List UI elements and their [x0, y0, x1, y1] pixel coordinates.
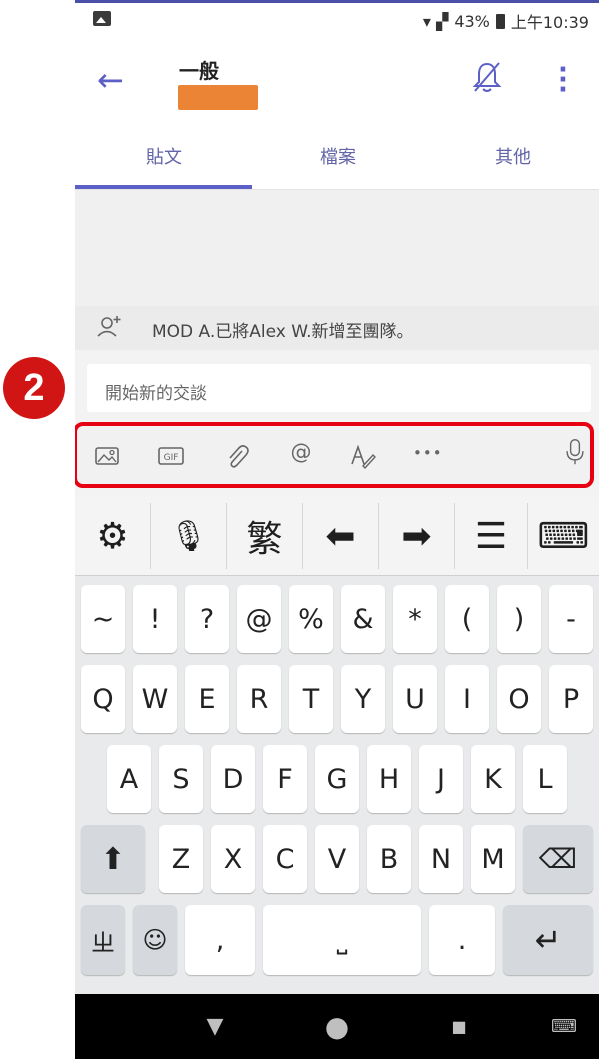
key-c[interactable]: C — [263, 825, 307, 893]
cursor-right-icon[interactable]: ➡ — [379, 497, 454, 575]
system-message: MOD A.已將Alex W.新增至團隊。 — [75, 306, 599, 350]
backspace-key-icon[interactable]: ⌫ — [523, 825, 593, 893]
enter-key-icon[interactable]: ↵ — [503, 905, 593, 975]
channel-tabs: 貼文 檔案 其他 — [75, 125, 599, 190]
space-bar[interactable]: ⎵ — [263, 905, 421, 975]
conversation-area — [75, 190, 599, 306]
key-o[interactable]: O — [497, 665, 541, 733]
mention-icon[interactable]: @ — [287, 440, 315, 468]
compose-toolbar: GIF @ ••• — [75, 422, 594, 488]
status-bar: ▾ ▞ 43% 上午10:39 — [75, 3, 599, 45]
key-d[interactable]: D — [211, 745, 255, 813]
traditional-mode-key[interactable]: 繁 — [227, 497, 302, 575]
channel-name: 一般 — [179, 59, 219, 83]
format-icon[interactable] — [349, 442, 377, 470]
redacted-team-name — [178, 85, 258, 110]
key-at[interactable]: @ — [237, 585, 281, 653]
key-q[interactable]: Q — [81, 665, 125, 733]
nav-back-icon[interactable]: ▼ — [185, 994, 245, 1059]
battery-percent: 43% — [454, 11, 490, 31]
key-tilde[interactable]: ~ — [81, 585, 125, 653]
clipboard-icon[interactable]: ☰ — [455, 497, 527, 575]
shift-key-icon[interactable]: ⬆ — [81, 825, 145, 893]
attach-icon[interactable] — [223, 442, 251, 470]
gif-icon[interactable]: GIF — [157, 442, 185, 470]
tab-files[interactable]: 檔案 — [320, 143, 356, 169]
tab-posts[interactable]: 貼文 — [146, 143, 182, 169]
more-vertical-icon[interactable]: · · · — [558, 57, 568, 103]
key-ampersand[interactable]: & — [341, 585, 385, 653]
compose-area: 開始新的交談 GIF @ ••• — [75, 350, 599, 493]
key-r[interactable]: R — [237, 665, 281, 733]
nav-keyboard-icon[interactable]: ⌨ — [539, 994, 589, 1059]
key-m[interactable]: M — [471, 825, 515, 893]
new-conversation-input[interactable]: 開始新的交談 — [87, 364, 591, 412]
microphone-icon[interactable] — [561, 438, 589, 466]
tab-more[interactable]: 其他 — [495, 143, 531, 169]
key-period[interactable]: . — [429, 905, 495, 975]
wifi-signal-icon: ▾ ▞ — [422, 11, 449, 31]
hide-keyboard-icon[interactable]: ⌨ — [528, 497, 599, 575]
key-b[interactable]: B — [367, 825, 411, 893]
status-right: ▾ ▞ 43% 上午10:39 — [423, 9, 589, 33]
key-s[interactable]: S — [159, 745, 203, 813]
key-p[interactable]: P — [549, 665, 593, 733]
key-l[interactable]: L — [523, 745, 567, 813]
image-icon[interactable] — [93, 442, 121, 470]
key-k[interactable]: K — [471, 745, 515, 813]
key-e[interactable]: E — [185, 665, 229, 733]
key-z[interactable]: Z — [159, 825, 203, 893]
key-v[interactable]: V — [315, 825, 359, 893]
keyboard-function-row: ⚙ 🎙 繁 ⬅ ➡ ☰ ⌨ — [75, 497, 599, 576]
key-u[interactable]: U — [393, 665, 437, 733]
key-h[interactable]: H — [367, 745, 411, 813]
system-nav-bar: ▼ ● ■ ⌨ — [75, 994, 599, 1059]
key-asterisk[interactable]: * — [393, 585, 437, 653]
step-number-badge: 2 — [3, 357, 65, 419]
key-j[interactable]: J — [419, 745, 463, 813]
microphone-key-icon[interactable]: 🎙 — [151, 497, 226, 575]
key-x[interactable]: X — [211, 825, 255, 893]
bell-off-icon[interactable] — [472, 60, 502, 94]
key-w[interactable]: W — [133, 665, 177, 733]
cursor-left-icon[interactable]: ⬅ — [303, 497, 378, 575]
key-paren-open[interactable]: ( — [445, 585, 489, 653]
key-exclaim[interactable]: ! — [133, 585, 177, 653]
gallery-notification-icon — [93, 11, 111, 26]
key-i[interactable]: I — [445, 665, 489, 733]
active-tab-indicator — [75, 185, 252, 189]
system-message-text: MOD A.已將Alex W.新增至團隊。 — [152, 322, 414, 342]
more-horizontal-icon[interactable]: ••• — [413, 444, 442, 472]
svg-text:GIF: GIF — [164, 453, 179, 463]
key-n[interactable]: N — [419, 825, 463, 893]
channel-header: ← 一般 · · · — [75, 45, 599, 125]
key-comma[interactable]: , — [185, 905, 255, 975]
nav-recents-icon[interactable]: ■ — [429, 994, 489, 1059]
key-a[interactable]: A — [107, 745, 151, 813]
clock: 上午10:39 — [510, 13, 589, 32]
settings-icon[interactable]: ⚙ — [75, 497, 150, 575]
key-t[interactable]: T — [289, 665, 333, 733]
arrow-left-icon[interactable]: ← — [97, 61, 124, 99]
key-g[interactable]: G — [315, 745, 359, 813]
emoji-key-icon[interactable]: ☺ — [133, 905, 177, 975]
input-placeholder: 開始新的交談 — [105, 384, 207, 404]
key-f[interactable]: F — [263, 745, 307, 813]
soft-keyboard: ⚙ 🎙 繁 ⬅ ➡ ☰ ⌨ ~ ! ? @ % & * ( ) - Q W E … — [75, 497, 599, 994]
key-hyphen[interactable]: - — [549, 585, 593, 653]
zhuyin-mode-key[interactable]: ㄓ — [81, 905, 125, 975]
key-percent[interactable]: % — [289, 585, 333, 653]
nav-home-icon[interactable]: ● — [307, 994, 367, 1059]
phone-screen: ▾ ▞ 43% 上午10:39 ← 一般 · · · 貼文 檔案 其他 MOD … — [75, 0, 599, 1059]
key-y[interactable]: Y — [341, 665, 385, 733]
add-person-icon — [97, 316, 121, 337]
key-paren-close[interactable]: ) — [497, 585, 541, 653]
battery-icon — [495, 13, 505, 29]
key-question[interactable]: ? — [185, 585, 229, 653]
